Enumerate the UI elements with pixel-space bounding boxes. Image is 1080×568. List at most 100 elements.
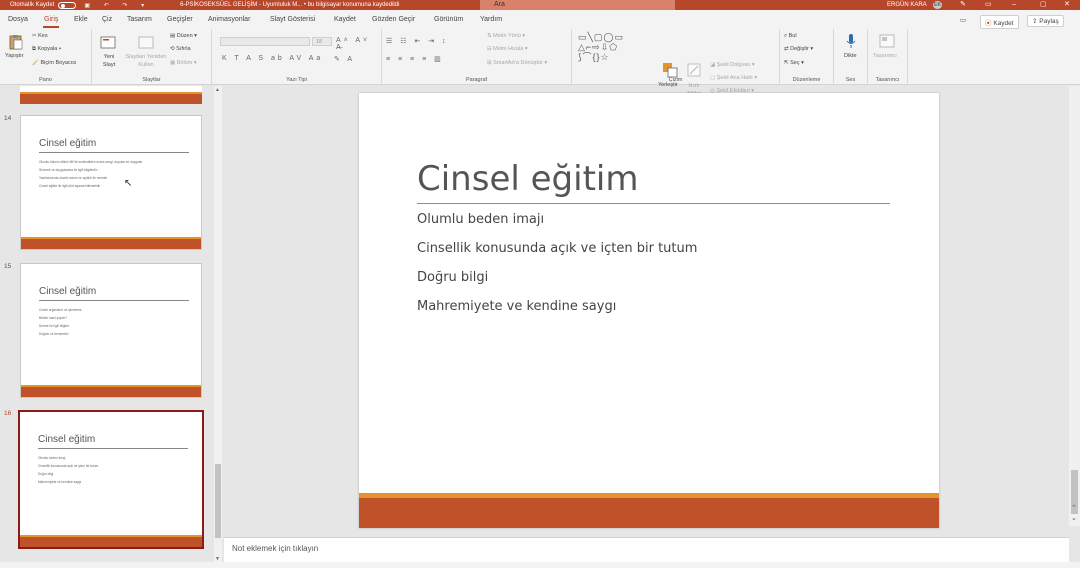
shapes-gallery[interactable]: ▭╲▢◯▭ △⌐⇨⇩⬠ ⟆⌒{}☆ xyxy=(578,32,650,64)
search-box[interactable]: Ara xyxy=(480,0,675,10)
tab-ciz[interactable]: Çiz xyxy=(102,16,112,23)
notes-pane[interactable]: Not eklemek için tıklayın xyxy=(224,537,1069,562)
new-slide-icon[interactable] xyxy=(100,34,116,50)
avatar[interactable]: EK xyxy=(933,1,942,9)
tab-kaydet[interactable]: Kaydet xyxy=(334,16,356,23)
share-button[interactable]: ⇪ Paylaş xyxy=(1027,15,1064,27)
tab-gorunum[interactable]: Görünüm xyxy=(434,16,463,23)
smartart-button[interactable]: ⊞ SmartArt'a Dönüştür ▾ xyxy=(487,60,547,66)
shape-outline-button[interactable]: ▢ Şekil Ana Hattı ▾ xyxy=(710,75,757,81)
find-button[interactable]: ⌕ Bul xyxy=(784,33,797,40)
text-direction-button[interactable]: ⇅ Metin Yönü ▾ xyxy=(487,33,525,39)
quick-access-toolbar[interactable]: ▣ ↶ ↷ ▾ xyxy=(84,2,150,9)
microphone-icon[interactable] xyxy=(843,33,859,49)
slide-bullet[interactable]: Mahremiyete ve kendine saygı xyxy=(417,299,616,314)
tab-yardim[interactable]: Yardım xyxy=(480,16,502,23)
designer-icon[interactable] xyxy=(879,33,895,49)
slide-thumbnail-16[interactable]: Cinsel eğitim Olumlu beden imajı Cinsell… xyxy=(18,410,204,549)
next-slide-icon[interactable]: ⌄ xyxy=(1071,514,1077,522)
editing-group-label: Düzenleme xyxy=(792,77,821,83)
slide-thumbnail-14[interactable]: Cinsel eğitim Olumlu tutumu bilinin Mil … xyxy=(20,115,202,250)
tab-dosya[interactable]: Dosya xyxy=(8,16,28,23)
reuse-slides-button[interactable]: Slaytları Yeniden Kullan xyxy=(122,53,170,69)
thumb-title-rule xyxy=(39,152,189,153)
thumb-line: Bebek nasıl yapılır? xyxy=(39,316,67,320)
thumb-title-rule xyxy=(38,448,188,449)
designer-button[interactable]: Tasarımcı xyxy=(873,53,897,59)
dictate-button[interactable]: Dikte xyxy=(844,53,857,59)
minimize-icon[interactable]: – xyxy=(1012,0,1016,10)
shape-fill-button[interactable]: ◪ Şekil Dolgusu ▾ xyxy=(710,62,755,68)
font-name-box[interactable] xyxy=(220,37,310,46)
copy-button[interactable]: ⧉ Kopyala ▾ xyxy=(32,46,61,53)
slide-title[interactable]: Cinsel eğitim xyxy=(417,159,638,199)
align-text-button[interactable]: ⊟ Metni Hizala ▾ xyxy=(487,46,528,52)
arrange-icon[interactable] xyxy=(662,62,678,78)
comments-icon[interactable]: ▭ xyxy=(956,15,970,25)
menu-bar: Dosya Giriş Ekle Çiz Tasarım Geçişler An… xyxy=(0,10,1080,29)
tab-gecisler[interactable]: Geçişler xyxy=(167,16,193,23)
tab-animasyonlar[interactable]: Animasyonlar xyxy=(208,16,250,23)
scroll-up-icon[interactable]: ▲ xyxy=(215,87,220,93)
notes-placeholder: Not eklemek için tıklayın xyxy=(232,544,319,553)
section-button[interactable]: ▦ Bölüm ▾ xyxy=(170,60,197,66)
slide-scrollbar[interactable] xyxy=(1069,86,1080,526)
replace-button[interactable]: ⇄ Değiştir ▾ xyxy=(784,46,813,52)
status-bar xyxy=(0,562,1080,568)
tab-giris[interactable]: Giriş xyxy=(42,16,60,28)
document-title[interactable]: 6-PSİKOSEKSÜEL GELİŞİM - Uyumluluk M... … xyxy=(180,2,399,8)
paste-icon[interactable] xyxy=(8,34,24,50)
format-painter-button[interactable]: 🖌 Biçim Boyacısı xyxy=(32,60,77,66)
thumb-title-rule xyxy=(39,300,189,301)
paste-button[interactable]: Yapıştır xyxy=(5,53,24,59)
font-size-box[interactable]: 18 xyxy=(312,37,332,46)
slide-bullet[interactable]: Doğru bilgi xyxy=(417,270,488,285)
pen-icon[interactable]: ✎ xyxy=(960,0,966,10)
reuse-slides-icon[interactable] xyxy=(138,34,154,50)
reset-button[interactable]: ⟲ Sıfırla xyxy=(170,46,191,52)
user-name[interactable]: ERGÜN KARA xyxy=(887,0,927,10)
record-button[interactable]: ⦿ Kaydet xyxy=(980,15,1019,29)
ribbon-display-icon[interactable]: ▭ xyxy=(985,0,992,10)
mouse-cursor-icon: ↖ xyxy=(124,178,133,189)
cut-button[interactable]: ✂ Kes xyxy=(32,33,48,39)
tab-tasarim[interactable]: Tasarım xyxy=(127,16,152,23)
record-icon: ⦿ xyxy=(985,20,992,27)
arrange-button[interactable]: Yerleştir xyxy=(658,82,678,88)
thumb-line: Üreme ile ilgili bilgiler xyxy=(39,324,69,328)
share-icon: ⇪ xyxy=(1032,18,1038,25)
slide-title-rule xyxy=(417,203,890,204)
find-label: Bul xyxy=(788,33,797,39)
tab-gozden-gecir[interactable]: Gözden Geçir xyxy=(372,16,415,23)
slide-bullet[interactable]: Olumlu beden imajı xyxy=(417,212,544,227)
font-format-icons[interactable]: K T A S ab AV Aa xyxy=(222,55,323,62)
thumbnail-scrollbar[interactable]: ▲ ▼ xyxy=(214,86,222,564)
quick-styles-icon[interactable] xyxy=(686,62,702,78)
thumb-footer-bar xyxy=(20,94,202,104)
maximize-icon[interactable]: ▢ xyxy=(1040,0,1047,10)
slide-canvas[interactable]: Cinsel eğitim Olumlu beden imajı Cinsell… xyxy=(359,93,939,528)
text-direction-label: Metin Yönü xyxy=(493,33,521,39)
search-placeholder: Ara xyxy=(494,1,505,8)
close-icon[interactable]: ✕ xyxy=(1064,0,1070,10)
previous-slide-icon[interactable]: ⌃ xyxy=(1071,504,1077,512)
tab-ekle[interactable]: Ekle xyxy=(74,16,88,23)
list-icons[interactable]: ☰ ☷ ⇤ ⇥ ↕ xyxy=(386,37,449,45)
grow-shrink-font-icons[interactable]: A˄ A˅ A̶ xyxy=(336,37,381,51)
slides-group: Yeni Slayt Slaytları Yeniden Kullan ▤ Dü… xyxy=(92,29,212,85)
designer-group: Tasarımcı Tasarımcı xyxy=(868,29,908,85)
thumb-footer-bar xyxy=(21,387,201,397)
slide-thumbnail-13-partial[interactable] xyxy=(20,86,202,104)
font-color-icons[interactable]: ✎ A xyxy=(334,55,355,63)
new-slide-button[interactable]: Yeni Slayt xyxy=(98,53,120,69)
thumbnail-scroll-thumb[interactable] xyxy=(215,464,221,538)
slide-bullet[interactable]: Cinsellik konusunda açık ve içten bir tu… xyxy=(417,241,697,256)
cut-label: Kes xyxy=(38,33,48,39)
text-direction-icon: ⇅ xyxy=(487,33,492,39)
select-button[interactable]: ⇱ Seç ▾ xyxy=(784,60,804,66)
slide-thumbnail-15[interactable]: Cinsel eğitim Cinsel organların ve işlev… xyxy=(20,263,202,398)
align-icons[interactable]: ≡ ≡ ≡ ≡ ▥ xyxy=(386,55,444,63)
layout-button[interactable]: ▤ Düzen ▾ xyxy=(170,33,197,39)
autosave-toggle[interactable] xyxy=(58,1,77,9)
tab-slayt-gosterisi[interactable]: Slayt Gösterisi xyxy=(270,16,315,23)
